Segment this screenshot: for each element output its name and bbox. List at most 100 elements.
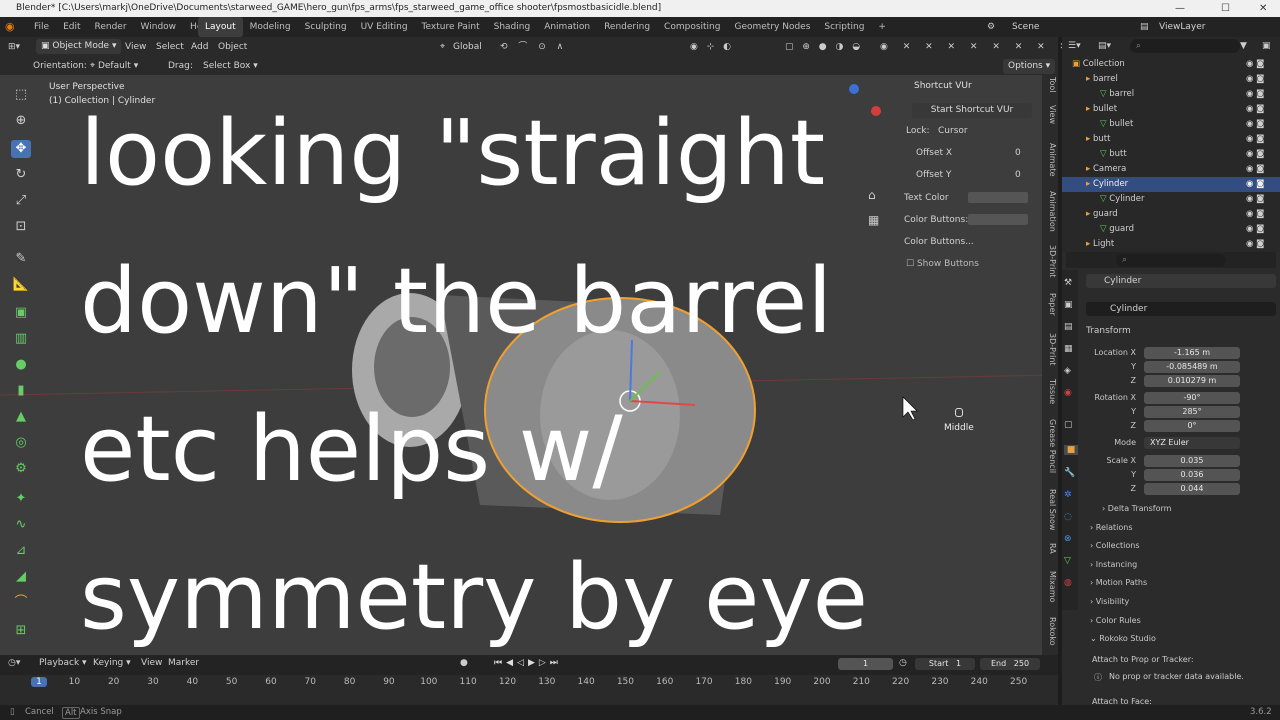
outliner-display-icon[interactable]: ▤▾ [1098,41,1111,51]
add-stairs-icon[interactable]: ⊿ [11,542,31,560]
data-props-icon[interactable]: ▽ [1064,556,1071,566]
add-capsule-icon[interactable]: ▮ [11,382,31,400]
relations-section[interactable]: › Relations [1090,523,1133,532]
color-buttons-swatch[interactable] [968,214,1028,225]
lock-value[interactable]: Cursor [938,126,968,136]
marker-menu[interactable]: Marker [168,658,199,668]
particles-props-icon[interactable]: ✲ [1064,490,1072,500]
tab-rokoko[interactable]: Rokoko [1043,617,1057,646]
tab-grease-pencil[interactable]: Grease Pencil [1043,419,1057,473]
add-pipe-icon[interactable]: ∿ [11,516,31,534]
view-layer-icon[interactable]: ▦ [1064,344,1073,354]
outliner-row[interactable]: ▸ Camera ◉ ◙ [1062,162,1280,177]
object-menu[interactable]: Object [218,37,247,57]
add-cube-icon[interactable]: ▣ [11,304,31,322]
rotation-mode-dropdown[interactable]: XYZ Euler [1144,437,1240,449]
tool-props-icon[interactable]: ⚒ [1064,278,1072,288]
properties-search-input[interactable]: ⌕ [1116,254,1226,267]
outliner-row[interactable]: ▸ Cylinder ◉ ◙ [1062,177,1280,192]
visibility-toggle-icon[interactable]: ◉ ◙ [1246,207,1264,222]
tab-modeling[interactable]: Modeling [243,17,298,37]
transform-orientation[interactable]: Global [453,37,482,57]
editor-type-icon[interactable]: ⊞▾ [8,37,20,57]
object-name-field[interactable]: Cylinder [1086,274,1276,288]
start-shortcut-button[interactable]: Start Shortcut VUr [912,103,1032,118]
scene-selector[interactable]: Scene [1012,17,1039,37]
add-workspace-button[interactable]: + [871,17,893,37]
rotate-tool-icon[interactable]: ↻ [11,166,31,184]
text-color-swatch[interactable] [968,192,1028,203]
motion-paths-section[interactable]: › Motion Paths [1090,578,1147,587]
tab-uv-editing[interactable]: UV Editing [354,17,415,37]
render-props-icon[interactable]: ▣ [1064,300,1073,310]
color-rules-section[interactable]: › Color Rules [1090,616,1141,625]
filter-icon[interactable]: ▼ [1240,41,1247,51]
add-screw-icon[interactable]: ✦ [11,490,31,508]
visibility-toggle-icon[interactable]: ◉ ◙ [1246,57,1264,72]
cursor-tool-icon[interactable]: ⊕ [11,112,31,130]
menu-file[interactable]: File [27,17,56,37]
tab-3d-print-2[interactable]: 3D-Print [1043,333,1057,366]
world-props-icon[interactable]: ◉ [1064,388,1072,398]
tab-compositing[interactable]: Compositing [657,17,727,37]
outliner-search-input[interactable]: ⌕ [1130,39,1240,53]
mode-selector[interactable]: ▣ Object Mode ▾ [36,39,122,54]
select-box-icon[interactable]: ⬚ [11,86,31,104]
location-x-field[interactable]: -1.165 m [1144,347,1240,359]
location-z-field[interactable]: 0.010279 m [1144,375,1240,387]
mesh-name-field[interactable]: Cylinder [1086,302,1276,316]
blender-logo-icon[interactable]: ◉ [5,17,15,37]
add-cone-icon[interactable]: ▲ [11,408,31,426]
tab-scripting[interactable]: Scripting [817,17,871,37]
outliner-row[interactable]: ▽ Cylinder ◉ ◙ [1062,192,1280,207]
tab-rendering[interactable]: Rendering [597,17,657,37]
tab-animation-side[interactable]: Animation [1043,191,1057,232]
visibility-toggle-icon[interactable]: ◉ ◙ [1246,147,1264,162]
grid-view-icon[interactable]: ▦ [868,213,879,227]
scale-x-field[interactable]: 0.035 [1144,455,1240,467]
close-button[interactable]: ✕ [1259,0,1267,17]
timeline-view-menu[interactable]: View [141,658,162,668]
offset-y-value[interactable]: 0 [1015,170,1021,180]
maximize-button[interactable]: ☐ [1221,0,1230,17]
output-props-icon[interactable]: ▤ [1064,322,1073,332]
modifier-props-icon[interactable]: 🔧 [1064,468,1075,478]
transform-section-header[interactable]: Transform [1086,326,1131,336]
camera-view-icon[interactable]: ⌂ [868,188,876,202]
minimize-button[interactable]: — [1175,0,1185,17]
visibility-toggle-icon[interactable]: ◉ ◙ [1246,222,1264,237]
location-y-field[interactable]: -0.085489 m [1144,361,1240,373]
record-button[interactable]: ● [460,658,468,668]
add-torus-icon[interactable]: ◎ [11,434,31,452]
drag-dropdown[interactable]: Select Box ▾ [203,57,258,75]
tab-3d-print[interactable]: 3D-Print [1043,245,1057,278]
end-frame-field[interactable]: End 250 [980,658,1040,670]
collection-props-icon[interactable]: ▢ [1064,420,1073,430]
add-sphere-icon[interactable]: ● [11,356,31,374]
add-grid-icon[interactable]: ⊞ [11,622,31,640]
tab-animate[interactable]: Animate [1043,143,1057,177]
tab-animation[interactable]: Animation [537,17,597,37]
instancing-section[interactable]: › Instancing [1090,560,1137,569]
outliner-row[interactable]: ▽ guard ◉ ◙ [1062,222,1280,237]
add-arc-icon[interactable]: ⌒ [11,594,31,612]
tab-tool[interactable]: Tool [1043,77,1057,93]
scale-z-field[interactable]: 0.044 [1144,483,1240,495]
visibility-toggle-icon[interactable]: ◉ ◙ [1246,117,1264,132]
add-cylinder-icon[interactable]: ▥ [11,330,31,348]
playback-controls[interactable]: ⏮◀◁▶▷⏭ [494,658,562,668]
outliner-row[interactable]: ▣ Collection ◉ ◙ [1062,57,1280,72]
visibility-toggle-icon[interactable]: ◉ ◙ [1246,132,1264,147]
outliner-row[interactable]: ▽ bullet ◉ ◙ [1062,117,1280,132]
offset-x-value[interactable]: 0 [1015,148,1021,158]
object-props-icon[interactable]: ■ [1064,445,1078,455]
menu-edit[interactable]: Edit [56,17,87,37]
tab-layout[interactable]: Layout [198,17,243,37]
new-collection-icon[interactable]: ▣ [1262,41,1271,51]
show-buttons-checkbox[interactable]: ☐ Show Buttons [906,259,979,269]
outliner-row[interactable]: ▸ bullet ◉ ◙ [1062,102,1280,117]
options-button[interactable]: Options ▾ [1003,59,1056,74]
visibility-toggle-icon[interactable]: ◉ ◙ [1246,177,1264,192]
physics-props-icon[interactable]: ◌ [1064,512,1072,522]
view-menu[interactable]: View [125,37,146,57]
